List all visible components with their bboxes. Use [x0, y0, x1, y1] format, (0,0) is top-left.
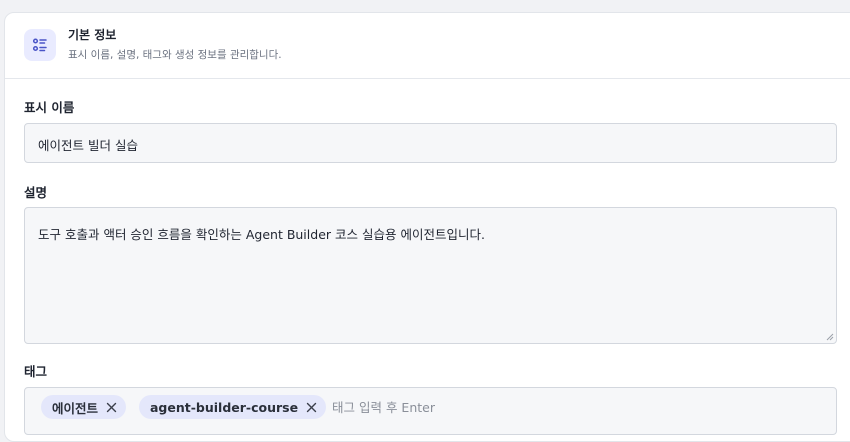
description-value: 도구 호출과 액터 승인 흐름을 확인하는 Agent Builder 코스 실…	[38, 227, 485, 242]
description-textarea[interactable]: 도구 호출과 액터 승인 흐름을 확인하는 Agent Builder 코스 실…	[24, 207, 837, 344]
resize-handle-icon[interactable]	[826, 333, 834, 341]
section-title: 기본 정보	[68, 28, 117, 42]
card-header: 기본 정보 표시 이름, 설명, 태그와 생성 정보를 관리합니다.	[5, 13, 850, 79]
display-name-input[interactable]: 에이전트 빌더 실습	[24, 123, 837, 163]
tags-label: 태그	[24, 364, 48, 379]
close-icon[interactable]	[105, 401, 118, 414]
section-subtitle: 표시 이름, 설명, 태그와 생성 정보를 관리합니다.	[68, 49, 282, 61]
tag-chip: 에이전트	[41, 395, 127, 419]
description-label: 설명	[24, 185, 48, 200]
list-settings-icon	[24, 29, 56, 61]
tag-chip: agent-builder-course	[139, 395, 327, 419]
tag-chip-label: agent-builder-course	[150, 399, 299, 415]
display-name-label: 표시 이름	[24, 100, 75, 115]
tags-field[interactable]: 에이전트 agent-builder-course	[24, 387, 837, 435]
tag-chip-label: 에이전트	[52, 400, 99, 416]
close-icon[interactable]	[305, 401, 318, 414]
display-name-value: 에이전트 빌더 실습	[38, 138, 138, 153]
tag-input[interactable]	[332, 396, 632, 418]
basic-info-card: 기본 정보 표시 이름, 설명, 태그와 생성 정보를 관리합니다. 표시 이름…	[4, 12, 850, 442]
